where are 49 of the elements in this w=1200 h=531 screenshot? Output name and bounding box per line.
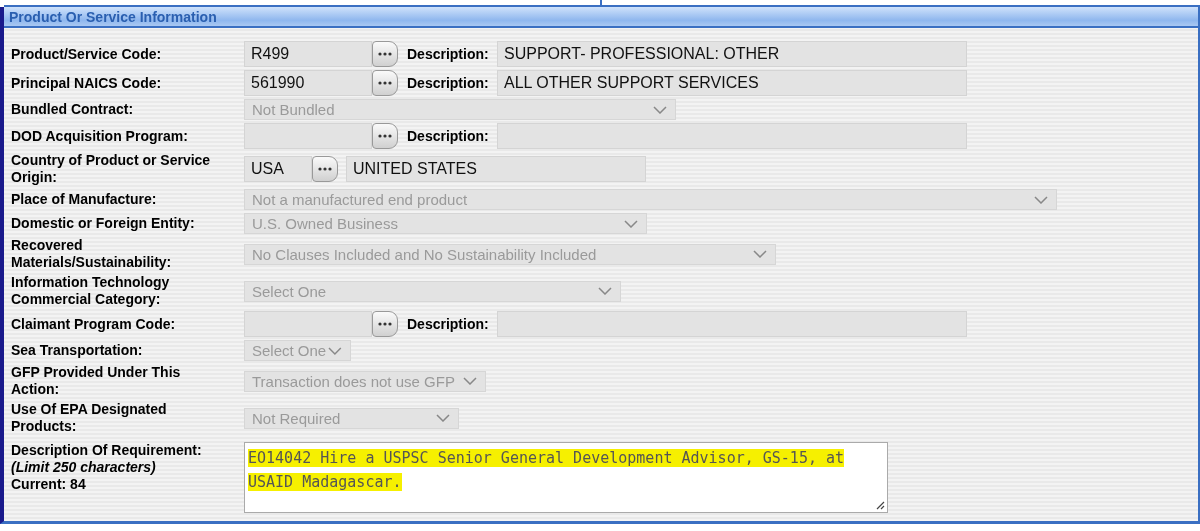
field-label: Description: xyxy=(407,128,490,144)
field-label: Description: xyxy=(407,46,490,62)
field-label: Information Technology Commercial Category: xyxy=(11,274,171,308)
more-icon xyxy=(377,133,393,139)
more-icon xyxy=(377,51,393,57)
field-label: Description: xyxy=(407,75,490,91)
field-label: Bundled Contract: xyxy=(11,101,135,118)
lookup-button[interactable] xyxy=(372,123,398,149)
code-field[interactable] xyxy=(244,123,372,149)
character-count: Current: 84 xyxy=(11,476,87,493)
chevron-down-icon xyxy=(753,250,767,258)
field-label: Recovered Materials/Sustainability: xyxy=(11,237,173,271)
field-label: Principal NAICS Code: xyxy=(11,74,163,92)
description-field: ALL OTHER SUPPORT SERVICES xyxy=(497,70,967,96)
field-label: Claimant Program Code: xyxy=(11,315,177,333)
chevron-down-icon xyxy=(624,219,638,228)
more-icon xyxy=(317,166,333,172)
chevron-down-icon xyxy=(463,377,477,385)
limit-note: (Limit 250 characters) xyxy=(11,459,157,476)
chevron-down-icon xyxy=(598,287,612,295)
more-icon xyxy=(377,80,393,86)
field-label: Place of Manufacture: xyxy=(11,191,158,208)
requirement-field[interactable]: EO14042 Hire a USPSC Senior General Development Advisor, GS-15, at USAID Madagascar. xyxy=(244,442,888,513)
field-label: Domestic or Foreign Entity: xyxy=(11,215,196,232)
section-title: Product Or Service Information xyxy=(9,8,217,25)
code-field[interactable]: 561990 xyxy=(244,70,372,96)
lookup-button[interactable] xyxy=(372,311,398,337)
lookup-button[interactable] xyxy=(372,70,398,96)
code-field[interactable] xyxy=(244,311,372,337)
field-label: Country of Product or Service Origin: xyxy=(11,152,212,186)
field-label: Sea Transportation: xyxy=(11,342,144,359)
code-field[interactable]: USA xyxy=(244,156,312,182)
lookup-button[interactable] xyxy=(312,156,338,182)
chevron-down-icon xyxy=(436,414,450,422)
lookup-button[interactable] xyxy=(372,41,398,67)
more-icon xyxy=(377,321,393,327)
field-label: DOD Acquisition Program: xyxy=(11,127,189,145)
field-label: GFP Provided Under This Action: xyxy=(11,364,182,398)
description-field: SUPPORT- PROFESSIONAL: OTHER xyxy=(497,41,967,67)
chevron-down-icon xyxy=(328,346,342,355)
field-label: Product/Service Code: xyxy=(11,45,163,63)
chevron-down-icon xyxy=(1034,195,1048,204)
field-label: Use Of EPA Designated Products: xyxy=(11,401,168,435)
field-label: Description Of Requirement: xyxy=(11,442,203,459)
chevron-down-icon xyxy=(653,105,667,114)
resize-handle-icon[interactable] xyxy=(875,500,885,510)
code-field[interactable]: R499 xyxy=(244,41,372,67)
description-field: UNITED STATES xyxy=(346,156,646,182)
field-label: Description: xyxy=(407,316,490,332)
